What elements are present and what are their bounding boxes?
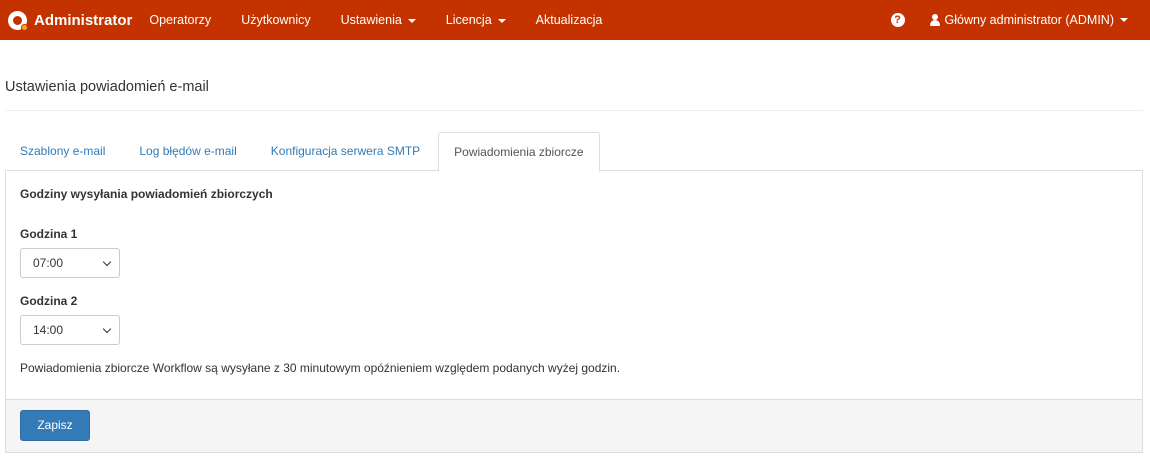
hour1-label: Godzina 1 — [20, 227, 78, 241]
chevron-down-icon — [102, 324, 112, 334]
user-menu[interactable]: Główny administrator (ADMIN) — [929, 13, 1128, 27]
save-button[interactable]: Zapisz — [20, 410, 90, 441]
hour2-select[interactable]: 14:00 — [20, 315, 120, 345]
nav-item-ustawienia[interactable]: Ustawienia — [326, 0, 431, 40]
nav-item-label: Aktualizacja — [535, 13, 603, 27]
hour2-label: Godzina 2 — [20, 294, 78, 308]
nav-item-operatorzy[interactable]: Operatorzy — [134, 0, 226, 40]
hour2-value: 14:00 — [33, 323, 64, 337]
nav-item-uzytkownicy[interactable]: Użytkownicy — [226, 0, 325, 40]
section-title: Godziny wysyłania powiadomień zbiorczych — [20, 187, 273, 201]
tab-log-bledow[interactable]: Log błędów e-mail — [124, 132, 251, 171]
nav-item-label: Operatorzy — [149, 13, 212, 27]
tab-bar: Szablony e-mail Log błędów e-mail Konfig… — [5, 132, 1143, 172]
nav-right: ? Główny administrator (ADMIN) — [890, 0, 1150, 40]
nav-item-licencja[interactable]: Licencja — [431, 0, 521, 40]
top-navbar: Administrator Operatorzy Użytkownicy Ust… — [0, 0, 1150, 40]
caret-down-icon — [1120, 18, 1128, 22]
nav-item-aktualizacja[interactable]: Aktualizacja — [521, 0, 618, 40]
delay-note: Powiadomienia zbiorcze Workflow są wysył… — [20, 361, 621, 375]
nav-item-label: Ustawienia — [340, 13, 402, 27]
title-divider — [5, 110, 1143, 111]
question-circle-icon[interactable]: ? — [890, 13, 905, 27]
tab-konfiguracja-smtp[interactable]: Konfiguracja serwera SMTP — [256, 132, 435, 171]
panel-footer: Zapisz — [6, 399, 1142, 452]
page-title: Ustawienia powiadomień e-mail — [5, 79, 209, 95]
user-icon — [929, 14, 941, 26]
caret-down-icon — [407, 18, 416, 23]
panel-body: Godziny wysyłania powiadomień zbiorczych… — [6, 170, 1142, 392]
tab-szablony-email[interactable]: Szablony e-mail — [5, 132, 120, 171]
nav-menu: Operatorzy Użytkownicy Ustawienia Licenc… — [134, 0, 617, 40]
tab-powiadomienia-zbiorcze[interactable]: Powiadomienia zbiorcze — [438, 132, 600, 172]
user-menu-label: Główny administrator (ADMIN) — [944, 13, 1114, 27]
caret-down-icon — [497, 18, 506, 23]
hour1-select[interactable]: 07:00 — [20, 248, 120, 278]
settings-panel: Godziny wysyłania powiadomień zbiorczych… — [5, 170, 1143, 453]
hour1-value: 07:00 — [33, 256, 64, 270]
nav-item-label: Licencja — [445, 13, 492, 27]
nav-item-label: Użytkownicy — [241, 13, 311, 27]
chevron-down-icon — [102, 257, 112, 267]
logo-icon — [8, 10, 28, 31]
brand[interactable]: Administrator — [8, 0, 132, 40]
brand-title: Administrator — [34, 11, 133, 29]
